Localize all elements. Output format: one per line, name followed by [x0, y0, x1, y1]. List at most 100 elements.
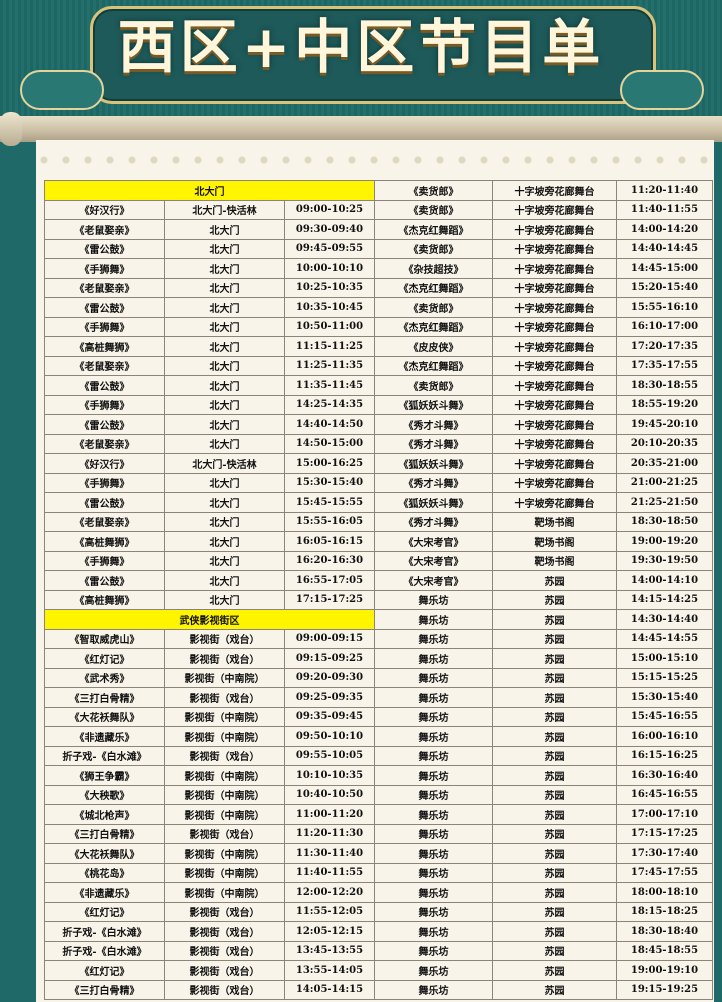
right-location-cell: 苏园 — [492, 628, 617, 649]
left-program-cell: 《雷公鼓》 — [44, 570, 165, 591]
left-location-cell: 影视街（戏台） — [164, 901, 285, 922]
scroll-rod — [0, 116, 722, 142]
right-location-cell: 十字坡旁花廊舞台 — [492, 433, 617, 454]
right-location-cell: 靶场书阁 — [492, 531, 617, 552]
right-time-cell: 18:00-18:10 — [616, 882, 713, 903]
table-row: 《桃花岛》 影视街（中南院） 11:40-11:55 舞乐坊 苏园 17:45-17:55 — [44, 862, 713, 883]
right-location-cell: 十字坡旁花廊舞台 — [492, 258, 617, 279]
left-time-cell: 11:55-12:05 — [284, 901, 375, 922]
table-row: 《三打白骨精》 影视街（戏台） 14:05-14:15 舞乐坊 苏园 19:15-19:2… — [44, 979, 713, 1000]
right-time-cell: 15:00-15:10 — [616, 648, 713, 669]
right-time-cell: 15:20-15:40 — [616, 277, 713, 298]
left-time-cell: 14:25-14:35 — [284, 394, 375, 415]
right-location-cell: 靶场书阁 — [492, 550, 617, 571]
right-location-cell: 苏园 — [492, 706, 617, 727]
table-row: 《老鼠娶亲》 北大门 14:50-15:00 《秀才斗舞》 十字坡旁花廊舞台 20:10-… — [44, 433, 713, 454]
right-location-cell: 苏园 — [492, 921, 617, 942]
table-row: 《老鼠娶亲》 北大门 09:30-09:40 《杰克红舞蹈》 十字坡旁花廊舞台 14:00… — [44, 219, 713, 240]
right-program-cell: 舞乐坊 — [374, 862, 493, 883]
table-row: 《手狮舞》 北大门 10:00-10:10 《杂技超技》 十字坡旁花廊舞台 14:45-1… — [44, 258, 713, 279]
left-location-cell: 影视街（戏台） — [164, 960, 285, 981]
right-location-cell: 苏园 — [492, 745, 617, 766]
right-program-cell: 《卖货郎》 — [374, 238, 493, 259]
right-time-cell: 14:30-14:40 — [616, 609, 713, 630]
left-time-cell: 15:45-15:55 — [284, 492, 375, 513]
right-location-cell: 苏园 — [492, 940, 617, 961]
right-program-cell: 舞乐坊 — [374, 843, 493, 864]
right-program-cell: 舞乐坊 — [374, 940, 493, 961]
right-program-cell: 《杰克红舞蹈》 — [374, 355, 493, 376]
right-time-cell: 14:00-14:20 — [616, 219, 713, 240]
right-time-cell: 17:45-17:55 — [616, 862, 713, 883]
right-location-cell: 十字坡旁花廊舞台 — [492, 180, 617, 201]
left-program-cell: 《红灯记》 — [44, 901, 165, 922]
left-program-cell: 折子戏-《白水滩》 — [44, 745, 165, 766]
right-time-cell: 21:00-21:25 — [616, 472, 713, 493]
right-time-cell: 14:45-14:55 — [616, 628, 713, 649]
right-time-cell: 17:00-17:10 — [616, 804, 713, 825]
left-time-cell: 13:45-13:55 — [284, 940, 375, 961]
left-time-cell: 11:40-11:55 — [284, 862, 375, 883]
right-location-cell: 苏园 — [492, 804, 617, 825]
right-time-cell: 15:15-15:25 — [616, 667, 713, 688]
right-time-cell: 14:40-14:45 — [616, 238, 713, 259]
left-time-cell: 09:00-10:25 — [284, 199, 375, 220]
left-time-cell: 11:00-11:20 — [284, 804, 375, 825]
right-program-cell: 《杂技超技》 — [374, 258, 493, 279]
left-location-cell: 北大门 — [164, 589, 285, 610]
left-program-cell: 折子戏-《白水滩》 — [44, 921, 165, 942]
right-program-cell: 舞乐坊 — [374, 804, 493, 825]
left-program-cell: 《手狮舞》 — [44, 258, 165, 279]
table-row: 《大花袄舞队》 影视街（中南院） 09:35-09:45 舞乐坊 苏园 15:45-16:… — [44, 706, 713, 727]
right-location-cell: 十字坡旁花廊舞台 — [492, 219, 617, 240]
left-program-cell: 《狮王争霸》 — [44, 765, 165, 786]
left-location-cell: 影视街（中南院） — [164, 843, 285, 864]
right-time-cell: 11:20-11:40 — [616, 180, 713, 201]
right-location-cell: 十字坡旁花廊舞台 — [492, 336, 617, 357]
right-time-cell: 15:30-15:40 — [616, 687, 713, 708]
left-location-cell: 影视街（戏台） — [164, 921, 285, 942]
left-location-cell: 北大门 — [164, 375, 285, 396]
left-time-cell: 15:55-16:05 — [284, 511, 375, 532]
left-program-cell: 《雷公鼓》 — [44, 375, 165, 396]
table-row: 折子戏-《白水滩》 影视街（戏台） 12:05-12:15 舞乐坊 苏园 18:30-18… — [44, 921, 713, 942]
left-program-cell: 《桃花岛》 — [44, 862, 165, 883]
right-time-cell: 17:30-17:40 — [616, 843, 713, 864]
right-location-cell: 十字坡旁花廊舞台 — [492, 375, 617, 396]
section-header-wuxia: 武侠影视街区 — [44, 609, 375, 630]
left-location-cell: 北大门 — [164, 336, 285, 357]
right-location-cell: 苏园 — [492, 960, 617, 981]
left-time-cell: 09:20-09:30 — [284, 667, 375, 688]
left-program-cell: 《手狮舞》 — [44, 394, 165, 415]
table-row: 《老鼠娶亲》 北大门 10:25-10:35 《杰克红舞蹈》 十字坡旁花廊舞台 15:20… — [44, 277, 713, 298]
left-time-cell: 09:45-09:55 — [284, 238, 375, 259]
table-row: 《雷公鼓》 北大门 10:35-10:45 《卖货郎》 十字坡旁花廊舞台 15:55-16… — [44, 297, 713, 318]
left-program-cell: 《老鼠娶亲》 — [44, 511, 165, 532]
right-program-cell: 《卖货郎》 — [374, 297, 493, 318]
scroll-rod-end — [0, 112, 22, 146]
left-program-cell: 《老鼠娶亲》 — [44, 219, 165, 240]
left-program-cell: 《非遗藏乐》 — [44, 726, 165, 747]
right-program-cell: 舞乐坊 — [374, 960, 493, 981]
table-row: 《红灯记》 影视街（戏台） 13:55-14:05 舞乐坊 苏园 19:00-19:10 — [44, 960, 713, 981]
left-time-cell: 09:15-09:25 — [284, 648, 375, 669]
right-time-cell: 18:30-18:55 — [616, 375, 713, 396]
right-location-cell: 苏园 — [492, 823, 617, 844]
left-time-cell: 16:20-16:30 — [284, 550, 375, 571]
left-location-cell: 影视街（中南院） — [164, 784, 285, 805]
left-time-cell: 11:15-11:25 — [284, 336, 375, 357]
left-program-cell: 《老鼠娶亲》 — [44, 355, 165, 376]
page-title: 西区+中区节目单 — [117, 13, 605, 81]
table-row: 《雷公鼓》 北大门 14:40-14:50 《秀才斗舞》 十字坡旁花廊舞台 19:45-2… — [44, 414, 713, 435]
right-time-cell: 18:30-18:40 — [616, 921, 713, 942]
left-time-cell: 15:30-15:40 — [284, 472, 375, 493]
table-row: 《大花袄舞队》 影视街（中南院） 11:30-11:40 舞乐坊 苏园 17:30-17:… — [44, 843, 713, 864]
right-time-cell: 20:10-20:35 — [616, 433, 713, 454]
right-location-cell: 十字坡旁花廊舞台 — [492, 492, 617, 513]
right-time-cell: 18:15-18:25 — [616, 901, 713, 922]
left-time-cell: 09:25-09:35 — [284, 687, 375, 708]
left-time-cell: 09:50-10:10 — [284, 726, 375, 747]
right-location-cell: 苏园 — [492, 570, 617, 591]
left-program-cell: 《非遗藏乐》 — [44, 882, 165, 903]
left-location-cell: 北大门 — [164, 511, 285, 532]
